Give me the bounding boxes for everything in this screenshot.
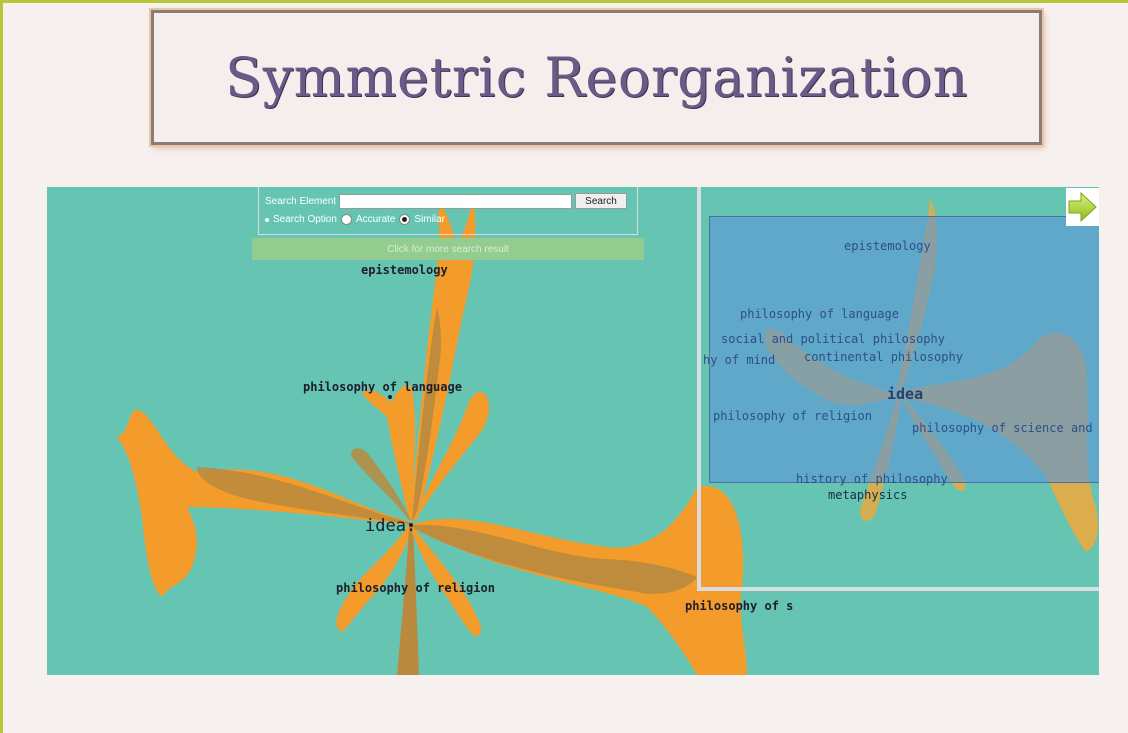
mini-label-social: social and political philosophy [721,332,945,346]
radio-accurate[interactable] [340,214,352,225]
graph-visualization[interactable]: epistemology philosophy of language idea… [47,187,1099,675]
mini-label-science: philosophy of science and t [912,421,1099,435]
arrow-right-icon [1068,191,1097,223]
more-search-results-button[interactable]: Click for more search result [252,238,644,260]
mini-label-continental: continental philosophy [804,350,963,364]
mini-label-epistemology: epistemology [844,239,931,253]
search-input[interactable] [339,193,573,209]
slide-title: Symmetric Reorganization [225,46,968,109]
next-slide-button[interactable] [1066,188,1099,226]
branch-language [362,385,415,520]
bullet-icon [265,217,269,222]
mini-label-religion: philosophy of religion [713,409,872,423]
radio-similar-label: Similar [414,214,445,225]
mini-label-idea: idea [887,385,924,403]
branch-left [117,409,412,597]
search-row: Search Element Search [265,193,627,209]
search-panel: Search Element Search Search Option Accu… [258,187,638,235]
radio-similar[interactable] [399,214,411,225]
node-philosophy-of-science[interactable]: philosophy of s [685,599,793,613]
title-box: Symmetric Reorganization [151,10,1042,145]
node-philosophy-of-language[interactable]: philosophy of language [303,380,462,394]
mini-label-mind: hy of mind [703,353,776,367]
search-label: Search Element [265,195,337,207]
mini-label-history: history of philosophy [796,472,948,486]
language-node-dot[interactable] [388,395,392,399]
node-philosophy-of-religion[interactable]: philosophy of religion [336,581,495,595]
mini-label-language: philosophy of language [740,307,899,321]
search-option-row: Search Option Accurate Similar [265,214,445,225]
search-button[interactable]: Search [575,193,627,209]
node-idea-center[interactable]: idea. [365,516,416,536]
search-option-label: Search Option [273,214,337,225]
branch-religion [336,525,413,632]
minimap-panel[interactable]: epistemology philosophy of language soci… [697,187,1099,591]
mini-label-metaphysics: metaphysics [828,488,908,502]
node-epistemology[interactable]: epistemology [361,263,448,277]
radio-accurate-label: Accurate [355,214,396,225]
